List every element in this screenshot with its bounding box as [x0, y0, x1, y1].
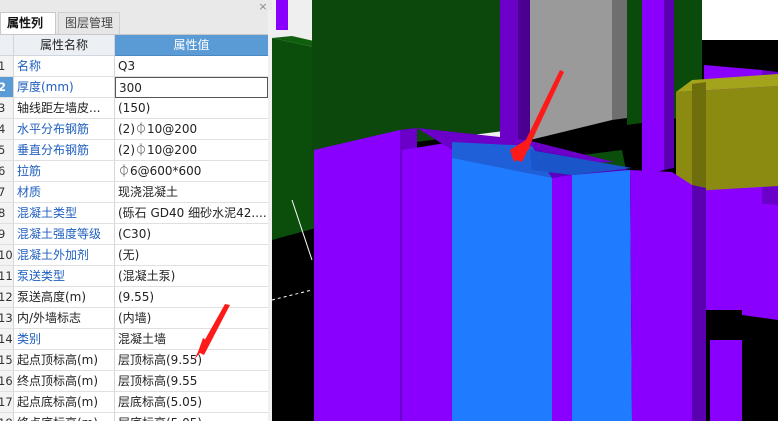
- wall-front-left[interactable]: [314, 130, 400, 421]
- property-name: 名称: [14, 56, 115, 77]
- row-index: 9: [0, 224, 14, 245]
- property-name: 混凝土类型: [14, 203, 115, 224]
- property-value[interactable]: 混凝土墙: [115, 329, 268, 350]
- property-row[interactable]: 1名称Q3: [0, 56, 268, 77]
- tab-property-list[interactable]: 属性列表: [0, 12, 56, 51]
- property-value[interactable]: (内墙): [115, 308, 268, 329]
- property-name: 内/外墙标志: [14, 308, 115, 329]
- 3d-viewport[interactable]: [272, 0, 778, 421]
- property-row[interactable]: 12泵送高度(m)(9.55): [0, 287, 268, 308]
- property-name: 泵送高度(m): [14, 287, 115, 308]
- property-name: 混凝土外加剂: [14, 245, 115, 266]
- row-index: 18: [0, 413, 14, 421]
- property-name: 水平分布钢筋: [14, 119, 115, 140]
- panel-tab-bar: 属性列表 图层管理 ×: [0, 0, 272, 51]
- property-row[interactable]: 9混凝土强度等级(C30): [0, 224, 268, 245]
- property-row[interactable]: 6拉筋⏀6@600*600: [0, 161, 268, 182]
- property-name: 厚度(mm): [14, 77, 115, 98]
- row-index: 13: [0, 308, 14, 329]
- property-name: 泵送类型: [14, 266, 115, 287]
- row-index: 7: [0, 182, 14, 203]
- property-value[interactable]: (无): [115, 245, 268, 266]
- tab-layer-management[interactable]: 图层管理: [58, 12, 120, 34]
- property-row[interactable]: 15起点顶标高(m)层顶标高(9.55): [0, 350, 268, 371]
- property-row[interactable]: 2厚度(mm)300: [0, 77, 268, 98]
- property-value[interactable]: (混凝土泵): [115, 266, 268, 287]
- column-header-value: 属性值: [115, 35, 268, 56]
- column-header-name: 属性名称: [14, 35, 115, 56]
- property-row[interactable]: 7材质现浇混凝土: [0, 182, 268, 203]
- property-name: 材质: [14, 182, 115, 203]
- property-row[interactable]: 14类别混凝土墙: [0, 329, 268, 350]
- property-row[interactable]: 4水平分布钢筋(2)⏀10@200: [0, 119, 268, 140]
- property-value[interactable]: 层顶标高(9.55: [115, 371, 268, 392]
- property-name: 拉筋: [14, 161, 115, 182]
- property-row[interactable]: 16终点顶标高(m)层顶标高(9.55: [0, 371, 268, 392]
- property-name: 终点顶标高(m): [14, 371, 115, 392]
- row-index: 5: [0, 140, 14, 161]
- row-index: 17: [0, 392, 14, 413]
- property-row[interactable]: 10混凝土外加剂(无): [0, 245, 268, 266]
- beam-right[interactable]: [676, 86, 778, 192]
- property-name: 终点底标高(m): [14, 413, 115, 421]
- property-value[interactable]: Q3: [115, 56, 268, 77]
- row-index: 6: [0, 161, 14, 182]
- property-name: 起点底标高(m): [14, 392, 115, 413]
- property-row[interactable]: 11泵送类型(混凝土泵): [0, 266, 268, 287]
- property-panel: 属性列表 图层管理 × 属性名称 属性值 1名称Q32厚度(mm)3003轴线距…: [0, 0, 273, 421]
- row-index: 2: [0, 77, 14, 98]
- row-index: 10: [0, 245, 14, 266]
- property-value[interactable]: (150): [115, 98, 268, 119]
- property-name: 混凝土强度等级: [14, 224, 115, 245]
- property-row[interactable]: 8混凝土类型(砾石 GD40 细砂水泥42....: [0, 203, 268, 224]
- property-value[interactable]: 层底标高(5.05): [115, 392, 268, 413]
- row-index: 12: [0, 287, 14, 308]
- row-index: 14: [0, 329, 14, 350]
- property-row[interactable]: 5垂直分布钢筋(2)⏀10@200: [0, 140, 268, 161]
- property-value[interactable]: 层顶标高(9.55): [115, 350, 268, 371]
- row-index: 16: [0, 371, 14, 392]
- property-value[interactable]: (2)⏀10@200: [115, 140, 268, 161]
- wall-selected-blue[interactable]: [452, 158, 552, 421]
- property-value[interactable]: 300: [115, 77, 268, 98]
- property-value[interactable]: (9.55): [115, 287, 268, 308]
- property-name: 垂直分布钢筋: [14, 140, 115, 161]
- property-row[interactable]: 13内/外墙标志(内墙): [0, 308, 268, 329]
- grey-column[interactable]: [530, 0, 612, 140]
- row-index: 1: [0, 56, 14, 77]
- row-index: 4: [0, 119, 14, 140]
- 3d-model-scene: [272, 0, 778, 421]
- property-value[interactable]: (C30): [115, 224, 268, 245]
- row-index: 8: [0, 203, 14, 224]
- property-value[interactable]: (2)⏀10@200: [115, 119, 268, 140]
- property-value[interactable]: (砾石 GD40 细砂水泥42....: [115, 203, 268, 224]
- property-name: 起点顶标高(m): [14, 350, 115, 371]
- property-value[interactable]: ⏀6@600*600: [115, 161, 268, 182]
- row-index: 15: [0, 350, 14, 371]
- grid-corner-header: [0, 35, 14, 56]
- property-value[interactable]: 现浇混凝土: [115, 182, 268, 203]
- property-row[interactable]: 17起点底标高(m)层底标高(5.05): [0, 392, 268, 413]
- property-row[interactable]: 18终点底标高(m)层底标高(5.05): [0, 413, 268, 421]
- row-index: 11: [0, 266, 14, 287]
- property-name: 轴线距左墙皮...: [14, 98, 115, 119]
- property-row[interactable]: 3轴线距左墙皮...(150): [0, 98, 268, 119]
- row-index: 3: [0, 98, 14, 119]
- property-name: 类别: [14, 329, 115, 350]
- property-value[interactable]: 层底标高(5.05): [115, 413, 268, 421]
